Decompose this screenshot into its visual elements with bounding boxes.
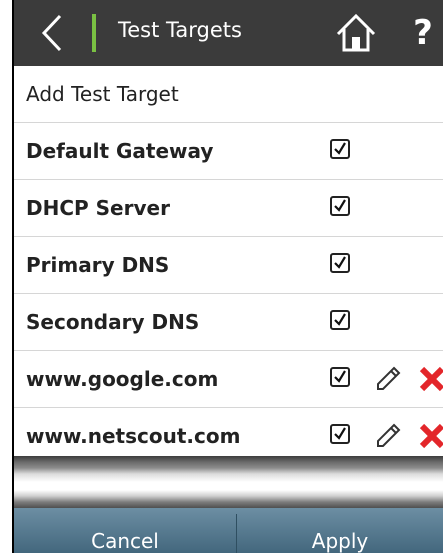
target-enabled-checkbox[interactable] (330, 367, 350, 387)
target-row-secondary-dns: Secondary DNS (14, 294, 443, 351)
delete-target-button[interactable] (418, 422, 443, 450)
left-edge (0, 0, 14, 553)
target-label: Primary DNS (26, 253, 170, 277)
checkmark-icon (334, 313, 346, 326)
delete-x-icon (419, 366, 443, 392)
target-enabled-checkbox[interactable] (330, 310, 350, 330)
pencil-icon (377, 366, 401, 390)
apply-button[interactable]: Apply (237, 508, 443, 553)
test-targets-screen: Test Targets ? Add Test Target Default G… (14, 0, 443, 553)
header-accent-divider (92, 14, 96, 52)
back-button[interactable] (34, 12, 74, 54)
home-button[interactable] (334, 12, 378, 54)
target-enabled-checkbox[interactable] (330, 139, 350, 159)
target-label: Secondary DNS (26, 310, 200, 334)
delete-target-button[interactable] (418, 365, 443, 393)
add-test-target-row[interactable]: Add Test Target (14, 66, 443, 123)
edit-target-button[interactable] (374, 422, 402, 450)
checkmark-icon (334, 370, 346, 383)
target-label: Default Gateway (26, 139, 214, 163)
page-title: Test Targets (118, 18, 242, 42)
checkmark-icon (334, 256, 346, 269)
header-bar: Test Targets ? (14, 0, 443, 66)
target-enabled-checkbox[interactable] (330, 196, 350, 216)
add-test-target-label: Add Test Target (26, 82, 179, 106)
checkmark-icon (334, 142, 346, 155)
target-label: DHCP Server (26, 196, 170, 220)
target-row-dhcp-server: DHCP Server (14, 180, 443, 237)
target-row-default-gateway: Default Gateway (14, 123, 443, 180)
footer-bar: Cancel Apply (14, 508, 443, 553)
list-scroll-fade (14, 456, 443, 508)
checkmark-icon (334, 199, 346, 212)
target-row-google: www.google.com (14, 351, 443, 408)
delete-x-icon (419, 423, 443, 449)
edit-target-button[interactable] (374, 365, 402, 393)
target-row-primary-dns: Primary DNS (14, 237, 443, 294)
target-enabled-checkbox[interactable] (330, 424, 350, 444)
checkmark-icon (334, 427, 346, 440)
target-label: www.google.com (26, 367, 219, 391)
target-enabled-checkbox[interactable] (330, 253, 350, 273)
help-button[interactable]: ? (408, 8, 438, 58)
cancel-button[interactable]: Cancel (14, 508, 236, 553)
chevron-left-icon (41, 14, 62, 52)
pencil-icon (377, 423, 401, 447)
home-icon (336, 13, 376, 52)
